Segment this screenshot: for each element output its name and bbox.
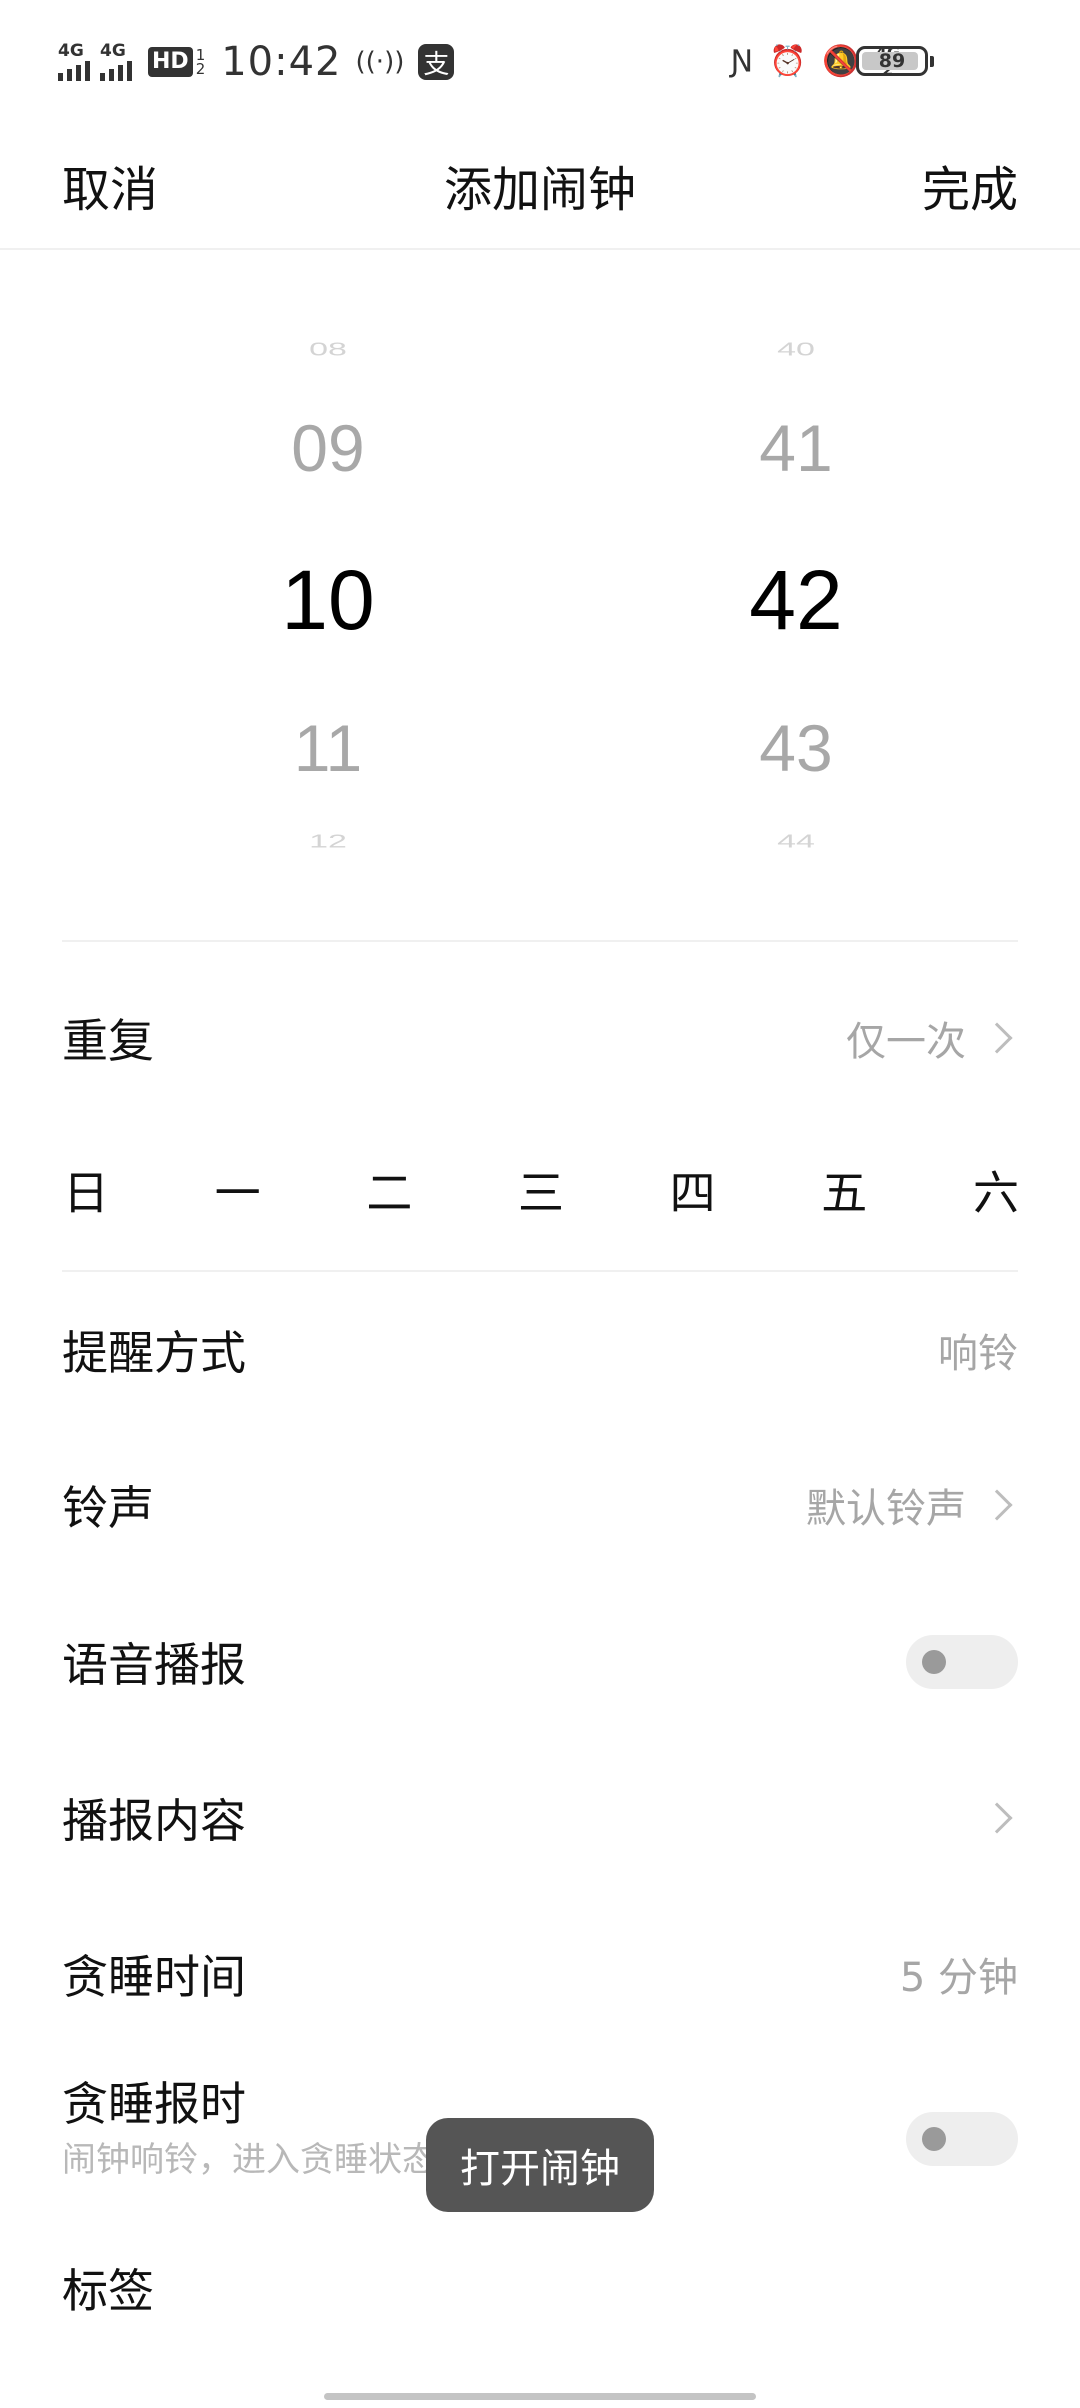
chevron-right-icon bbox=[981, 1489, 1013, 1521]
ringtone-value: 默认铃声 bbox=[806, 1486, 966, 1532]
snooze-time-row[interactable]: 贪睡时间 5 分钟 bbox=[62, 1924, 1018, 2024]
weekday-sunday[interactable]: 日 bbox=[56, 1157, 116, 1223]
reminder-method-label: 提醒方式 bbox=[62, 1326, 246, 1380]
divider bbox=[62, 1270, 1018, 1272]
minute-option[interactable]: 44 bbox=[676, 831, 916, 852]
voice-broadcast-row: 语音播报 bbox=[62, 1612, 1018, 1712]
ringtone-label: 铃声 bbox=[62, 1481, 154, 1535]
broadcast-content-label: 播报内容 bbox=[62, 1794, 246, 1848]
clock-time: 10:42 bbox=[221, 39, 342, 85]
minute-option[interactable]: 41 bbox=[676, 410, 916, 486]
weekday-tuesday[interactable]: 二 bbox=[359, 1157, 419, 1223]
chevron-right-icon bbox=[981, 1802, 1013, 1834]
reminder-method-value: 响铃 bbox=[938, 1331, 1018, 1377]
weekday-selector: 日 一 二 三 四 五 六 bbox=[56, 1150, 1026, 1230]
time-picker[interactable]: 08 09 10 11 12 40 41 42 43 44 bbox=[0, 300, 1080, 870]
minute-option[interactable]: 43 bbox=[676, 710, 916, 786]
broadcast-content-row[interactable]: 播报内容 bbox=[62, 1768, 1018, 1868]
done-button[interactable]: 完成 bbox=[922, 150, 1018, 220]
snooze-announce-toggle[interactable] bbox=[906, 2112, 1018, 2166]
toggle-knob bbox=[922, 1650, 946, 1674]
weekday-monday[interactable]: 一 bbox=[208, 1157, 268, 1223]
chevron-right-icon bbox=[981, 1022, 1013, 1054]
nfc-icon: Ɲ bbox=[730, 43, 754, 79]
toast-message: 打开闹钟 bbox=[426, 2118, 654, 2212]
app-header: 取消 添加闹钟 完成 bbox=[0, 120, 1080, 250]
repeat-value: 仅一次 bbox=[846, 1019, 966, 1065]
snooze-time-value: 5 分钟 bbox=[899, 1955, 1018, 2001]
battery-level: 89 bbox=[878, 50, 906, 72]
voice-broadcast-label: 语音播报 bbox=[62, 1638, 246, 1692]
hd-sim-indicator: 1 2 bbox=[195, 48, 206, 78]
network-type-label: 4G bbox=[58, 41, 84, 61]
reminder-method-row[interactable]: 提醒方式 响铃 bbox=[62, 1300, 1018, 1400]
signal-icon: 4G bbox=[58, 43, 90, 81]
hour-wheel[interactable]: 08 09 10 11 12 bbox=[208, 300, 448, 870]
hour-option[interactable]: 09 bbox=[208, 410, 448, 486]
toggle-knob bbox=[922, 2127, 946, 2151]
status-bar: 4G 4G HD 1 2 10:42 ((·)) 支 Ɲ ⏰ 🔕 4G 2 89 bbox=[0, 0, 1080, 120]
battery-icon: 89 bbox=[856, 46, 934, 76]
ringtone-row[interactable]: 铃声 默认铃声 bbox=[62, 1455, 1018, 1555]
minute-wheel[interactable]: 40 41 42 43 44 bbox=[676, 300, 916, 870]
voice-broadcast-toggle[interactable] bbox=[906, 1635, 1018, 1689]
tag-label: 标签 bbox=[62, 2264, 154, 2318]
alarm-icon: ⏰ bbox=[769, 43, 807, 79]
hour-option[interactable]: 08 bbox=[208, 339, 448, 360]
snooze-announce-description-text: 闹钟响铃，进入贪睡状态后 bbox=[62, 2140, 470, 2180]
weekday-wednesday[interactable]: 三 bbox=[511, 1157, 571, 1223]
hd-call-icon: HD bbox=[148, 47, 193, 77]
hour-selected[interactable]: 10 bbox=[208, 552, 448, 649]
minute-option[interactable]: 40 bbox=[676, 339, 916, 360]
hd-sim-2: 2 bbox=[195, 60, 206, 78]
tag-row[interactable]: 标签 bbox=[62, 2238, 1018, 2338]
mute-icon: 🔕 bbox=[822, 43, 860, 79]
network-type-label: 4G bbox=[100, 41, 126, 61]
hour-option[interactable]: 11 bbox=[208, 710, 448, 786]
snooze-announce-label: 贪睡报时 bbox=[62, 2077, 246, 2131]
weekday-thursday[interactable]: 四 bbox=[663, 1157, 723, 1223]
signal-icon: 4G bbox=[100, 43, 132, 81]
weekday-saturday[interactable]: 六 bbox=[966, 1157, 1026, 1223]
ringtone-value-group: 默认铃声 bbox=[806, 1476, 1018, 1534]
home-indicator[interactable] bbox=[324, 2393, 756, 2400]
snooze-time-value-group: 5 分钟 bbox=[900, 1945, 1018, 2003]
repeat-row[interactable]: 重复 仅一次 bbox=[62, 988, 1018, 1088]
alipay-icon: 支 bbox=[418, 44, 455, 80]
divider bbox=[62, 940, 1018, 942]
broadcast-content-value-group bbox=[981, 1802, 1018, 1834]
hour-option[interactable]: 12 bbox=[208, 831, 448, 852]
snooze-time-label: 贪睡时间 bbox=[62, 1950, 246, 2004]
reminder-value-group: 响铃 bbox=[938, 1321, 1018, 1379]
page-title: 添加闹钟 bbox=[443, 162, 636, 218]
minute-selected[interactable]: 42 bbox=[676, 552, 916, 649]
hotspot-icon: ((·)) bbox=[355, 47, 405, 77]
repeat-value-group: 仅一次 bbox=[846, 1009, 1018, 1067]
weekday-friday[interactable]: 五 bbox=[814, 1157, 874, 1223]
status-left: 4G 4G HD 1 2 10:42 ((·)) 支 bbox=[58, 34, 455, 90]
repeat-label: 重复 bbox=[62, 1014, 154, 1068]
